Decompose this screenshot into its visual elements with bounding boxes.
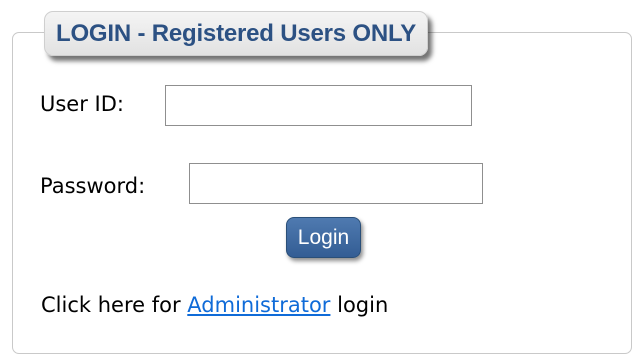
user-id-label: User ID: — [40, 92, 124, 116]
password-input[interactable] — [189, 163, 483, 204]
password-label: Password: — [40, 174, 146, 198]
admin-login-line: Click here for Administrator login — [41, 293, 388, 317]
administrator-link[interactable]: Administrator — [187, 293, 330, 317]
login-page: LOGIN - Registered Users ONLY User ID: P… — [0, 0, 634, 358]
login-button[interactable]: Login — [286, 217, 361, 258]
admin-suffix-text: login — [337, 293, 389, 317]
login-title-tab: LOGIN - Registered Users ONLY — [44, 11, 429, 56]
user-id-input[interactable] — [165, 85, 472, 126]
admin-prefix-text: Click here for — [41, 293, 181, 317]
login-title: LOGIN - Registered Users ONLY — [56, 19, 417, 47]
